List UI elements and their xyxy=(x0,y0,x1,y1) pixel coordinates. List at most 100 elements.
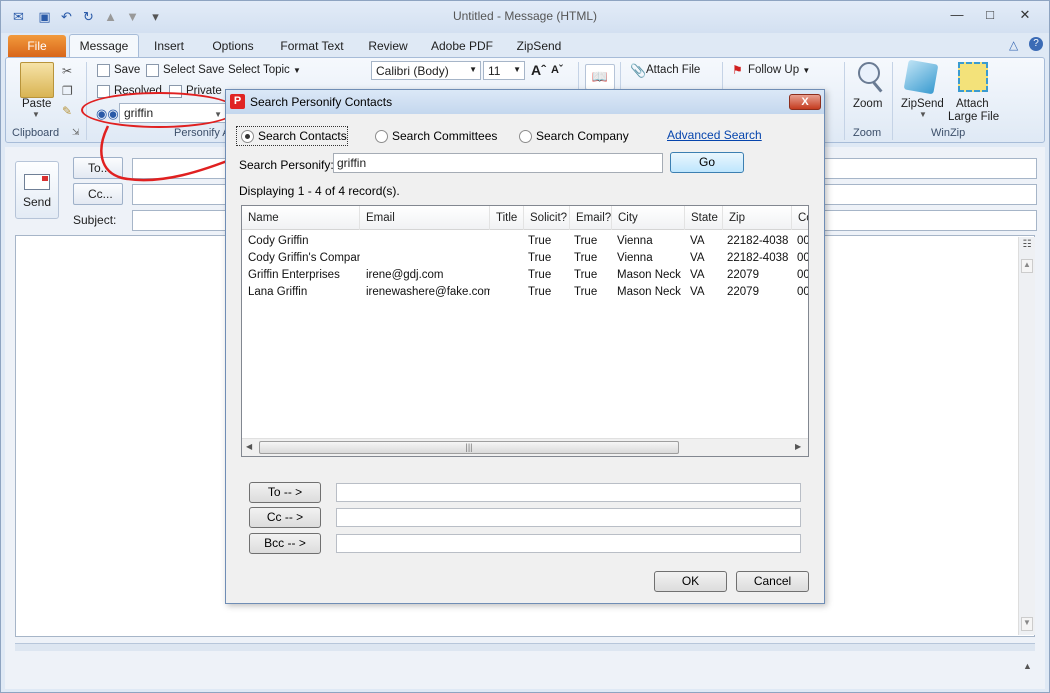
select-save-checkbox[interactable] xyxy=(146,64,159,77)
advanced-search-link[interactable]: Advanced Search xyxy=(667,128,762,142)
close-window-button[interactable]: ✕ xyxy=(1011,5,1039,25)
zoom-button-label[interactable]: Zoom xyxy=(853,98,882,110)
cell-state: VA xyxy=(690,235,705,247)
shrink-font-icon[interactable]: Aˇ xyxy=(551,64,563,76)
cell-cc: 00 xyxy=(797,252,808,264)
paste-button-label[interactable]: Paste xyxy=(22,98,51,110)
scroll-left-icon[interactable]: ◀ xyxy=(246,442,252,451)
zipsend-dropdown-icon[interactable]: ▼ xyxy=(919,110,927,119)
save-label: Save xyxy=(114,64,141,76)
body-scrollbar[interactable]: ☷ ▲ ▼ xyxy=(1018,237,1035,635)
grid-horizontal-scrollbar[interactable]: ◀ ||| ▶ xyxy=(242,438,808,456)
font-name-select[interactable]: Calibri (Body) ▼ xyxy=(371,61,481,80)
to-recipients-field[interactable] xyxy=(336,483,801,502)
radio-search-committees[interactable] xyxy=(375,130,388,143)
cell-title xyxy=(490,233,524,249)
font-size-value: 11 xyxy=(488,64,501,78)
notes-icon[interactable]: ☷ xyxy=(1021,239,1033,251)
paste-dropdown-icon[interactable]: ▼ xyxy=(32,110,40,119)
table-row[interactable]: Griffin Enterprises irene@gdj.com True T… xyxy=(242,267,808,283)
column-header-city[interactable]: City xyxy=(612,206,685,230)
tab-file[interactable]: File xyxy=(8,35,66,57)
radio-search-contacts[interactable] xyxy=(241,130,254,143)
column-header-title[interactable]: Title xyxy=(490,206,524,230)
ok-button[interactable]: OK xyxy=(654,571,727,592)
cell-city: Vienna xyxy=(617,252,653,264)
tab-review[interactable]: Review xyxy=(363,35,413,57)
cc-add-button[interactable]: Cc -- > xyxy=(249,507,321,528)
cell-zip: 22079 xyxy=(727,286,759,298)
column-header-cc[interactable]: Cc xyxy=(792,206,808,230)
scroll-right-icon[interactable]: ▶ xyxy=(795,442,801,451)
magnifier-icon[interactable] xyxy=(858,62,880,84)
send-button[interactable]: Send xyxy=(15,161,59,219)
group-divider xyxy=(844,62,845,140)
collapse-ribbon-icon[interactable]: △ xyxy=(1009,38,1018,52)
personify-logo-icon: P xyxy=(230,94,245,109)
help-icon[interactable]: ? xyxy=(1029,37,1043,51)
column-header-email[interactable]: Email xyxy=(360,206,490,230)
attach-large-label[interactable]: Attach xyxy=(956,98,989,110)
tab-adobe-pdf[interactable]: Adobe PDF xyxy=(427,35,497,57)
cell-solicit: True xyxy=(528,235,552,247)
radio-search-company[interactable] xyxy=(519,130,532,143)
column-header-email-ok[interactable]: Email? xyxy=(570,206,612,230)
tab-message[interactable]: Message xyxy=(69,34,139,58)
font-size-select[interactable]: 11 ▼ xyxy=(483,61,525,80)
grow-font-icon[interactable]: Aˆ xyxy=(531,62,546,78)
dialog-title: Search Personify Contacts xyxy=(250,95,393,109)
to-button[interactable]: To... xyxy=(73,157,123,179)
attach-large-file-label[interactable]: Large File xyxy=(948,111,999,123)
scrollbar-thumb[interactable]: ||| xyxy=(259,441,679,454)
save-checkbox[interactable] xyxy=(97,64,110,77)
scroll-up-icon[interactable]: ▲ xyxy=(1021,259,1033,273)
scroll-down-icon[interactable]: ▼ xyxy=(1021,617,1033,631)
chevron-down-icon: ▼ xyxy=(293,66,301,75)
radio-search-company-label[interactable]: Search Company xyxy=(536,129,629,143)
zipsend-icon[interactable] xyxy=(903,59,939,95)
search-personify-input[interactable]: griffin xyxy=(333,153,663,173)
table-row[interactable]: Cody Griffin's Company True True Vienna … xyxy=(242,250,808,266)
tab-options[interactable]: Options xyxy=(205,35,261,57)
bcc-recipients-field[interactable] xyxy=(336,534,801,553)
select-topic-button[interactable]: Select Topic ▼ xyxy=(228,64,301,76)
cut-icon[interactable]: ✂ xyxy=(62,64,72,78)
column-header-name[interactable]: Name xyxy=(242,206,360,230)
column-header-solicit[interactable]: Solicit? xyxy=(524,206,570,230)
column-header-state[interactable]: State xyxy=(685,206,723,230)
go-button[interactable]: Go xyxy=(670,152,744,173)
cc-button[interactable]: Cc... xyxy=(73,183,123,205)
cell-zip: 22182-4038 xyxy=(727,252,789,264)
expand-people-pane-icon[interactable]: ▲ xyxy=(1023,661,1032,671)
dialog-close-button[interactable]: X xyxy=(789,94,821,110)
table-row[interactable]: Lana Griffin irenewashere@fake.com True … xyxy=(242,284,808,300)
to-add-button[interactable]: To -- > xyxy=(249,482,321,503)
winzip-icon[interactable] xyxy=(958,62,988,92)
tab-format-text[interactable]: Format Text xyxy=(275,35,349,57)
radio-search-contacts-label[interactable]: Search Contacts xyxy=(258,129,347,143)
tab-insert[interactable]: Insert xyxy=(147,35,191,57)
results-grid[interactable]: Name Email Title Solicit? Email? City St… xyxy=(241,205,809,457)
cancel-button[interactable]: Cancel xyxy=(736,571,809,592)
people-pane-divider[interactable] xyxy=(15,643,1035,651)
format-painter-icon[interactable]: ✎ xyxy=(62,104,72,118)
paste-icon[interactable] xyxy=(20,62,54,98)
zipsend-button-label[interactable]: ZipSend xyxy=(901,98,944,110)
follow-up-button[interactable]: Follow Up ▼ xyxy=(748,64,810,76)
radio-search-committees-label[interactable]: Search Committees xyxy=(392,129,497,143)
copy-icon[interactable]: ❐ xyxy=(62,84,73,98)
attach-file-button[interactable]: Attach File xyxy=(646,64,700,76)
stamp-mark xyxy=(42,176,48,181)
cc-recipients-field[interactable] xyxy=(336,508,801,527)
search-personify-label: Search Personify: xyxy=(239,158,334,172)
minimize-button[interactable]: — xyxy=(943,5,971,25)
column-header-zip[interactable]: Zip xyxy=(723,206,792,230)
cell-name: Lana Griffin xyxy=(248,286,308,298)
address-book-icon[interactable]: 📖 xyxy=(585,64,615,90)
bcc-add-button[interactable]: Bcc -- > xyxy=(249,533,321,554)
title-bar: ✉ ▣ ↶ ↻ ▲ ▼ ▾ Untitled - Message (HTML) … xyxy=(1,1,1049,33)
tab-zipsend[interactable]: ZipSend xyxy=(511,35,567,57)
maximize-button[interactable]: □ xyxy=(976,5,1004,25)
table-row[interactable]: Cody Griffin True True Vienna VA 22182-4… xyxy=(242,233,808,249)
clipboard-launcher-icon[interactable]: ⇲ xyxy=(72,127,80,138)
